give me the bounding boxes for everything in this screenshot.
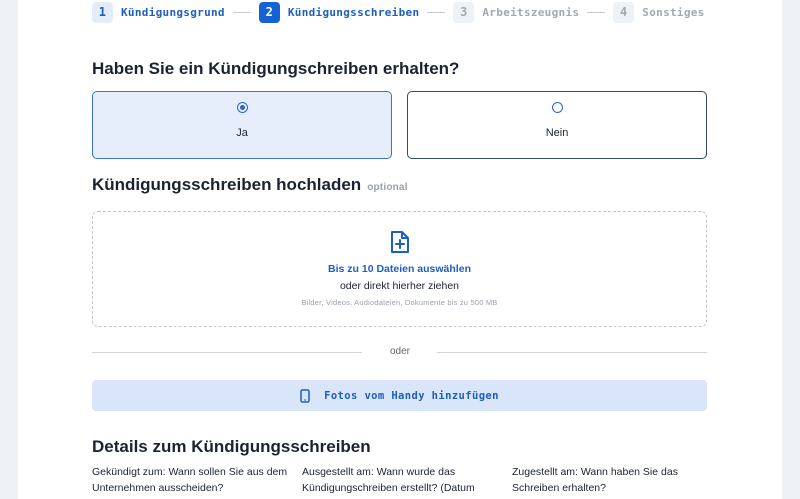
radio-checked-icon[interactable]: [236, 102, 248, 113]
step-label: Kündigungsschreiben: [287, 5, 420, 19]
step-label: Kündigungsgrund: [121, 5, 225, 19]
stepper: 1 Kündigungsgrund 2 Kündigungsschreiben …: [92, 1, 708, 23]
phone-button-label: Fotos vom Handy hinzufügen: [324, 389, 499, 402]
file-plus-icon: [390, 231, 409, 253]
upload-title: Kündigungsschreiben hochladen optional: [92, 175, 408, 195]
step-number: 4: [613, 1, 635, 23]
step-label: Sonstiges: [642, 5, 705, 19]
details-title: Details zum Kündigungsschreiben: [92, 437, 371, 456]
drag-hint: oder direkt hierher ziehen: [339, 280, 460, 292]
divider-right: [437, 352, 707, 353]
step-sonstiges[interactable]: 4 Sonstiges: [613, 1, 705, 23]
add-phone-photos-button[interactable]: Fotos vom Handy hinzufügen: [92, 380, 707, 411]
field-label-gekuendigt-zum: Gekündigt zum: Wann sollen Sie aus dem U…: [92, 466, 288, 494]
question-title: Haben Sie ein Kündigungschreiben erhalte…: [92, 59, 460, 78]
step-arbeitszeugnis[interactable]: 3 Arbeitszeugnis: [453, 1, 580, 23]
file-dropzone[interactable]: Bis zu 10 Dateien auswählen oder direkt …: [92, 211, 707, 327]
option-nein[interactable]: Nein: [407, 91, 707, 159]
step-kuendigungsgrund[interactable]: 1 Kündigungsgrund: [92, 1, 225, 23]
divider-left: [92, 352, 362, 353]
file-types-hint: Bilder, Videos, Audiodateien, Dokumente …: [301, 298, 498, 307]
select-files-link[interactable]: Bis zu 10 Dateien auswählen: [328, 263, 471, 275]
optional-badge: optional: [367, 182, 408, 193]
option-label: Ja: [236, 127, 248, 139]
step-kuendigungsschreiben[interactable]: 2 Kündigungsschreiben: [258, 1, 420, 23]
field-label-ausgestellt-am: Ausgestellt am: Wann wurde das Kündigung…: [302, 466, 475, 494]
step-separator: [587, 11, 606, 13]
step-number: 1: [92, 1, 113, 23]
smartphone-icon: [300, 388, 310, 403]
step-separator: [232, 11, 251, 13]
field-label-zugestellt-am: Zugestellt am: Wann haben Sie das Schrei…: [512, 466, 678, 494]
radio-unchecked-icon[interactable]: [551, 102, 563, 113]
upload-title-text: Kündigungsschreiben hochladen: [92, 175, 362, 194]
step-number: 2: [258, 1, 280, 23]
step-number: 3: [453, 1, 475, 23]
option-label: Nein: [545, 127, 569, 139]
step-separator: [427, 11, 446, 13]
divider-text: oder: [389, 346, 410, 357]
option-ja[interactable]: Ja: [92, 91, 392, 159]
step-label: Arbeitszeugnis: [482, 5, 580, 19]
